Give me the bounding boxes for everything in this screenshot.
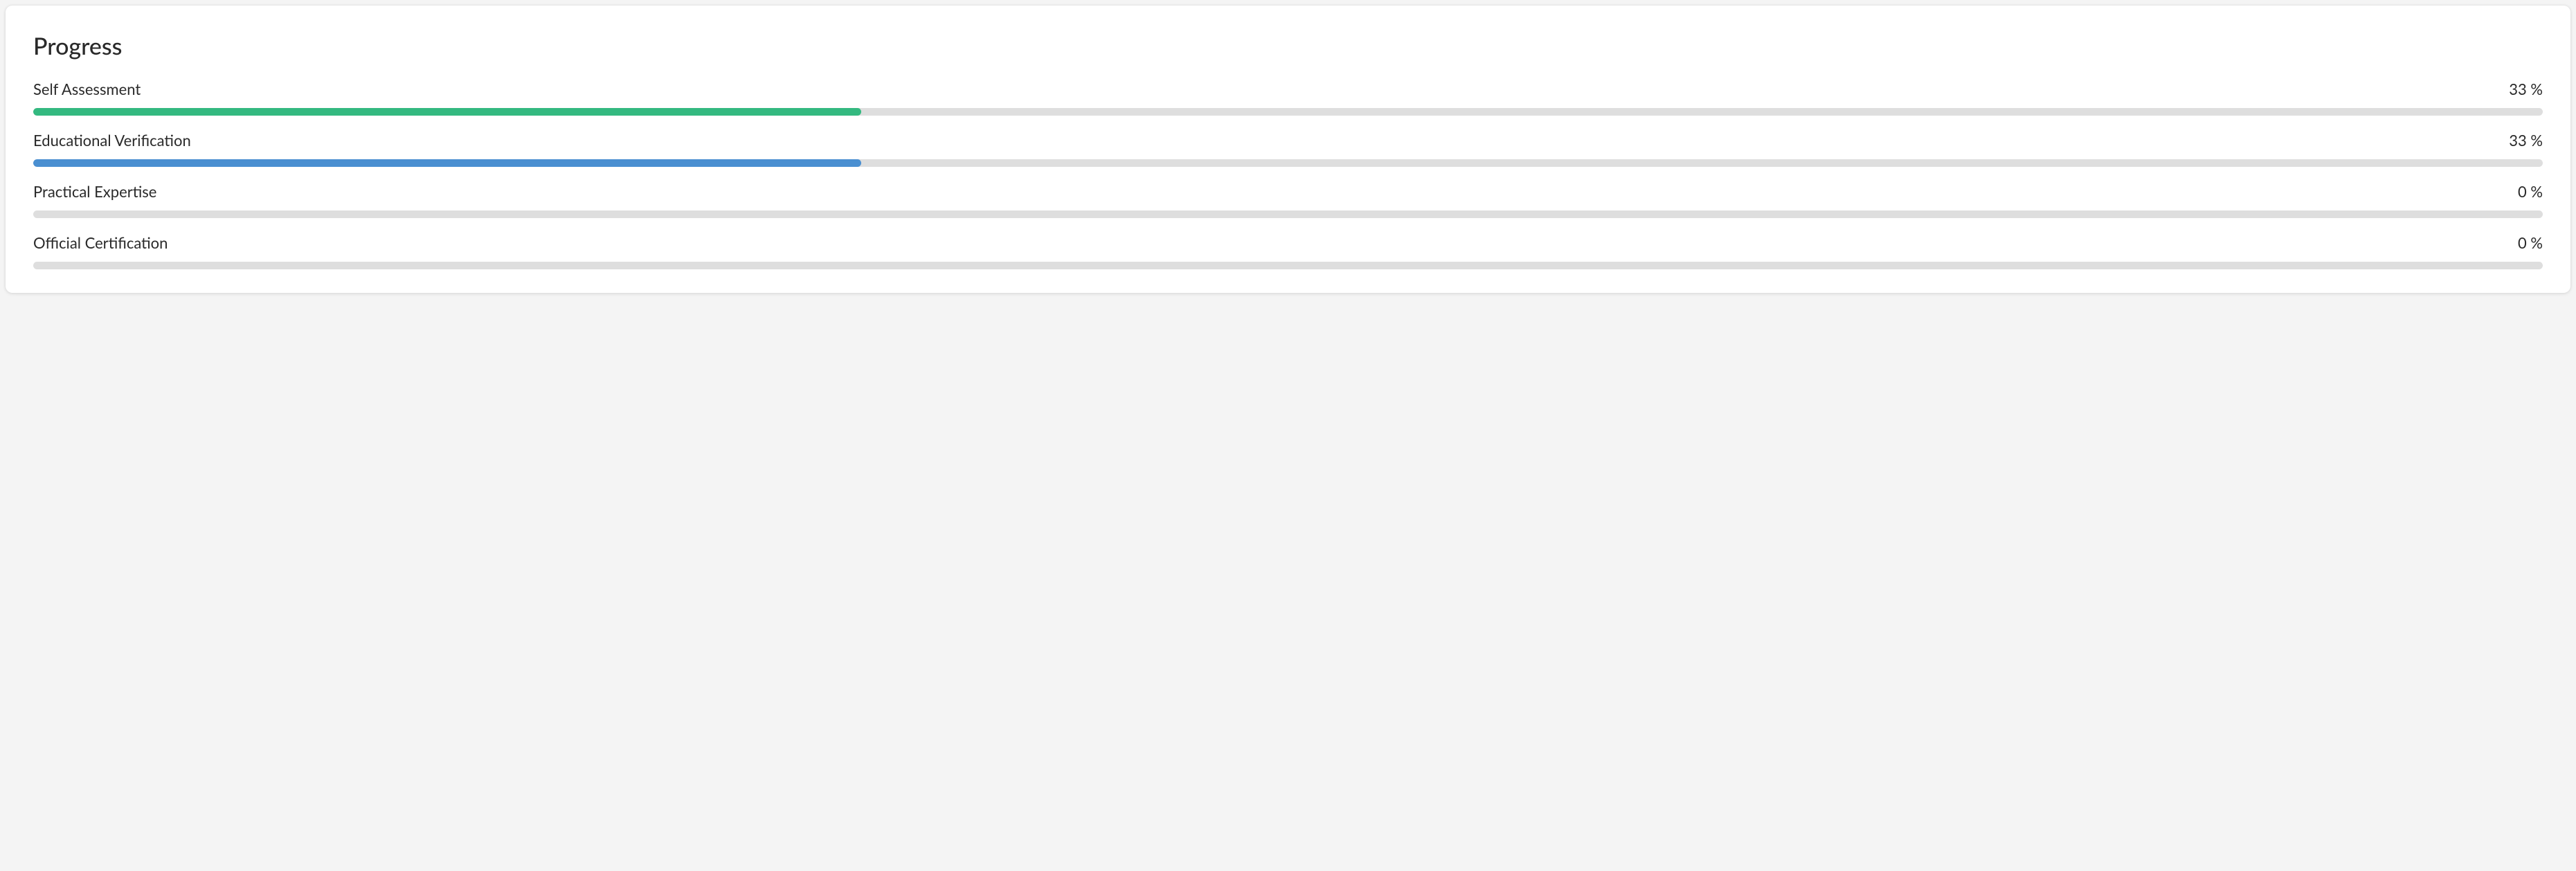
progress-percent: 0 % [2518, 233, 2543, 252]
progress-label: Official Certification [33, 233, 168, 252]
progress-track [33, 262, 2543, 269]
progress-item-practical-expertise: Practical Expertise 0 % [33, 182, 2543, 218]
progress-percent: 33 % [2509, 80, 2543, 98]
progress-header: Practical Expertise 0 % [33, 182, 2543, 201]
progress-fill [33, 159, 861, 167]
progress-percent: 33 % [2509, 131, 2543, 150]
progress-item-self-assessment: Self Assessment 33 % [33, 80, 2543, 116]
progress-header: Self Assessment 33 % [33, 80, 2543, 98]
progress-percent: 0 % [2518, 182, 2543, 201]
progress-item-official-certification: Official Certification 0 % [33, 233, 2543, 269]
progress-track [33, 159, 2543, 167]
progress-track [33, 108, 2543, 116]
progress-header: Official Certification 0 % [33, 233, 2543, 252]
progress-header: Educational Verification 33 % [33, 131, 2543, 150]
progress-item-educational-verification: Educational Verification 33 % [33, 131, 2543, 167]
progress-fill [33, 108, 861, 116]
progress-label: Practical Expertise [33, 182, 156, 201]
progress-track [33, 210, 2543, 218]
progress-card: Progress Self Assessment 33 % Educationa… [6, 6, 2570, 293]
card-title: Progress [33, 32, 2543, 60]
progress-label: Educational Verification [33, 131, 191, 150]
progress-label: Self Assessment [33, 80, 141, 98]
